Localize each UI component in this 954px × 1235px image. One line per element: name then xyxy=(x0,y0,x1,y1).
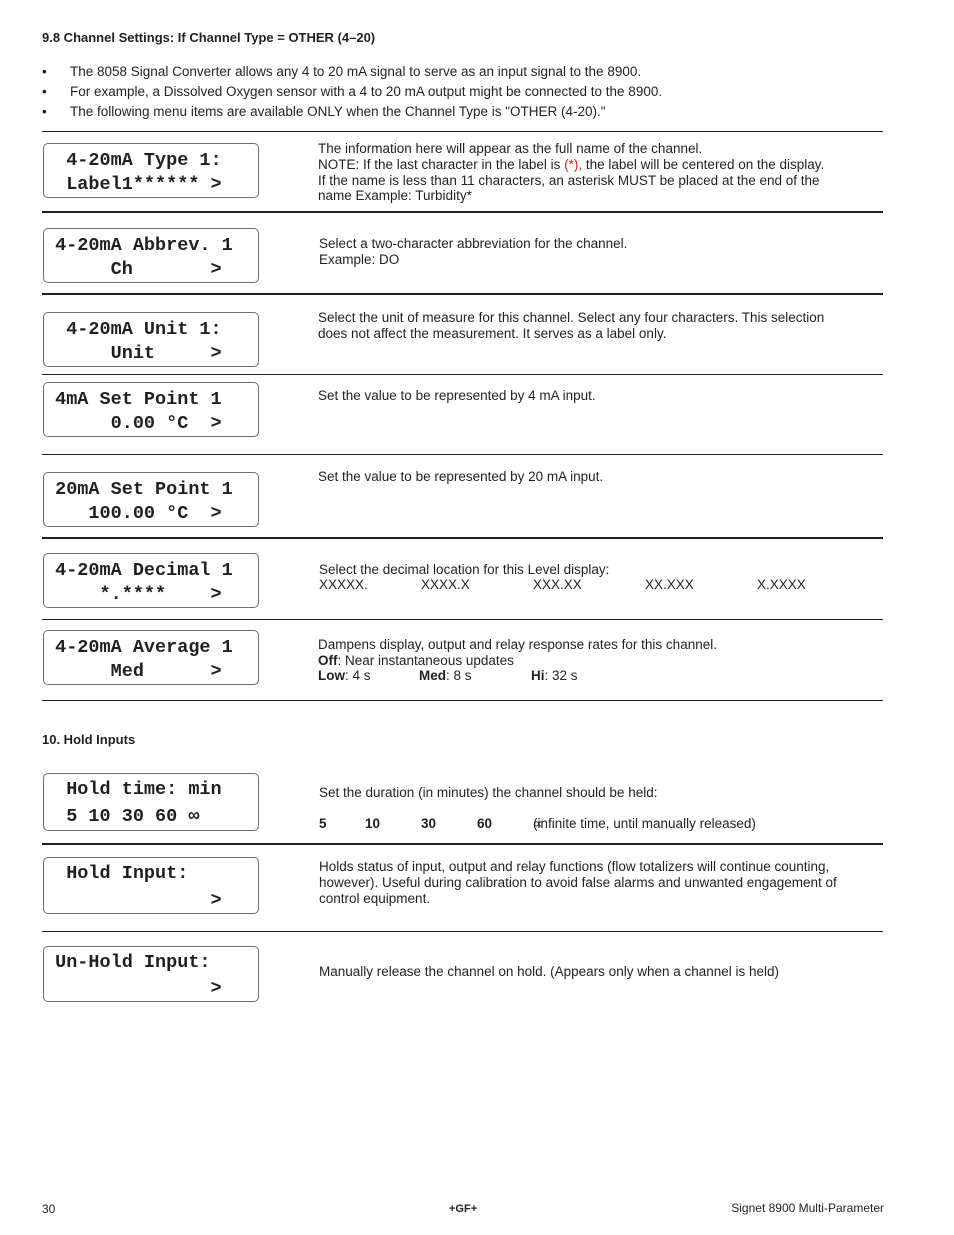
description-hold-input: Holds status of input, output and relay … xyxy=(319,859,837,906)
lcd-line-1: 4-20mA Type 1: xyxy=(44,150,222,171)
product-name: Signet 8900 Multi-Parameter xyxy=(731,1201,884,1215)
desc-line: If the name is less than 11 characters, … xyxy=(318,172,820,188)
lcd-line-1: 4-20mA Unit 1: xyxy=(44,319,222,340)
desc-line: Example: DO xyxy=(319,251,400,267)
description-abbrev: Select a two-character abbreviation for … xyxy=(319,236,627,268)
lcd-line-1: Hold time: min xyxy=(44,779,222,800)
desc-line: Select the decimal location for this Lev… xyxy=(319,562,610,577)
lcd-line-2: Med > xyxy=(44,661,222,682)
divider xyxy=(42,537,883,539)
description-unhold-input: Manually release the channel on hold. (A… xyxy=(319,964,779,980)
divider xyxy=(42,374,883,375)
bullet-text: The following menu items are available O… xyxy=(70,104,606,119)
description-4ma-set-point: Set the value to be represented by 4 mA … xyxy=(318,388,596,404)
rate-med: Med: 8 s xyxy=(419,668,472,683)
desc-line: Manually release the channel on hold. (A… xyxy=(319,964,780,979)
divider xyxy=(42,931,883,932)
decimal-option: XX.XXX xyxy=(645,577,694,592)
desc-line: Set the duration (in minutes) the channe… xyxy=(319,785,658,800)
note-line: NOTE: If the last character in the label… xyxy=(318,157,824,173)
description-20ma-set-point: Set the value to be represented by 20 mA… xyxy=(318,469,603,485)
hold-value: 30 xyxy=(421,816,437,831)
lcd-20ma-set-point[interactable]: 20mA Set Point 1 100.00 °C > xyxy=(43,472,259,527)
lcd-unit[interactable]: 4-20mA Unit 1: Unit > xyxy=(43,312,259,367)
decimal-option: XXXXX. xyxy=(319,577,368,592)
divider xyxy=(42,131,883,132)
page-number: 30 xyxy=(42,1202,56,1216)
lcd-line-2: 5 10 30 60 ∞ xyxy=(44,806,200,827)
hold-value: 5 xyxy=(319,816,327,831)
divider xyxy=(42,454,883,455)
bullet-text: For example, a Dissolved Oxygen sensor w… xyxy=(70,84,663,99)
lcd-hold-time[interactable]: Hold time: min 5 10 30 60 ∞ xyxy=(43,773,259,831)
desc-line: Select the unit of measure for this chan… xyxy=(318,310,825,325)
divider xyxy=(42,293,883,295)
lcd-line-1: 4-20mA Average 1 xyxy=(44,637,233,658)
lcd-unhold-input[interactable]: Un-Hold Input: > xyxy=(43,946,259,1002)
desc-line: Set the value to be represented by 20 mA… xyxy=(318,469,604,484)
decimal-option: X.XXXX xyxy=(757,577,806,592)
lcd-line-1: 4-20mA Abbrev. 1 xyxy=(44,235,233,256)
lcd-type-label[interactable]: 4-20mA Type 1: Label1****** > xyxy=(43,143,259,198)
divider xyxy=(42,700,883,701)
desc-line: The information here will appear as the … xyxy=(318,141,703,156)
lcd-line-1: 4mA Set Point 1 xyxy=(44,389,222,410)
lcd-line-2: > xyxy=(44,978,222,999)
lcd-abbrev[interactable]: 4-20mA Abbrev. 1 Ch > xyxy=(43,228,259,283)
desc-line: however). Useful during calibration to a… xyxy=(319,874,837,890)
lcd-hold-input[interactable]: Hold Input: > xyxy=(43,857,259,914)
desc-line: does not affect the measurement. It serv… xyxy=(318,325,667,341)
lcd-line-2: Ch > xyxy=(44,259,222,280)
gf-logo: +GF+ xyxy=(449,1203,478,1215)
section-heading-10: 10. Hold Inputs xyxy=(42,732,136,747)
off-text: : Near instantaneous updates xyxy=(337,652,514,668)
lcd-4ma-set-point[interactable]: 4mA Set Point 1 0.00 °C > xyxy=(43,382,259,437)
lcd-line-1: 4-20mA Decimal 1 xyxy=(44,560,233,581)
lcd-line-1: Hold Input: xyxy=(44,863,189,884)
bullet-text: The 8058 Signal Converter allows any 4 t… xyxy=(70,64,642,79)
bullet-dot: • xyxy=(42,64,47,79)
desc-line: Dampens display, output and relay respon… xyxy=(318,637,717,652)
lcd-average[interactable]: 4-20mA Average 1 Med > xyxy=(43,630,259,685)
rate-low: Low: 4 s xyxy=(318,668,371,683)
section-heading-9-8: 9.8 Channel Settings: If Channel Type = … xyxy=(42,30,376,45)
decimal-option: XXX.XX xyxy=(533,577,582,592)
off-label: Off xyxy=(318,652,338,668)
desc-line: name Example: Turbidity* xyxy=(318,188,472,204)
rate-hi: Hi: 32 s xyxy=(531,668,578,683)
lcd-line-2: > xyxy=(44,890,222,911)
divider xyxy=(42,619,883,620)
bullet-dot: • xyxy=(42,104,47,119)
off-line: Off: Near instantaneous updates xyxy=(318,653,717,669)
desc-line: control equipment. xyxy=(319,890,431,906)
note-text: the label will be centered on the displa… xyxy=(582,156,825,172)
hold-value: 60 xyxy=(477,816,493,831)
desc-line: Set the value to be represented by 4 mA … xyxy=(318,388,596,403)
desc-line: Select a two-character abbreviation for … xyxy=(319,236,628,251)
description-hold-time: Set the duration (in minutes) the channe… xyxy=(319,785,657,801)
desc-line: Holds status of input, output and relay … xyxy=(319,859,830,874)
lcd-decimal[interactable]: 4-20mA Decimal 1 *.**** > xyxy=(43,553,259,608)
bullet-dot: • xyxy=(42,84,47,99)
divider xyxy=(42,211,883,213)
decimal-option: XXXX.X xyxy=(421,577,470,592)
lcd-line-1: 20mA Set Point 1 xyxy=(44,479,233,500)
hold-value: 10 xyxy=(365,816,381,831)
lcd-line-2: Label1****** > xyxy=(44,174,222,195)
description-unit: Select the unit of measure for this chan… xyxy=(318,310,824,342)
lcd-line-1: Un-Hold Input: xyxy=(44,952,211,973)
note-text: NOTE: If the last character in the label… xyxy=(318,156,565,172)
lcd-line-2: *.**** > xyxy=(44,584,222,605)
infinite-text: (infinite time, until manually released) xyxy=(533,816,756,831)
description-type-label: The information here will appear as the … xyxy=(318,141,824,204)
description-decimal: Select the decimal location for this Lev… xyxy=(319,562,609,578)
lcd-line-2: 0.00 °C > xyxy=(44,413,222,434)
description-average: Dampens display, output and relay respon… xyxy=(318,637,717,669)
lcd-line-2: 100.00 °C > xyxy=(44,503,222,524)
asterisk-marker: (*), xyxy=(564,156,583,172)
divider xyxy=(42,843,883,845)
lcd-line-2: Unit > xyxy=(44,343,222,364)
